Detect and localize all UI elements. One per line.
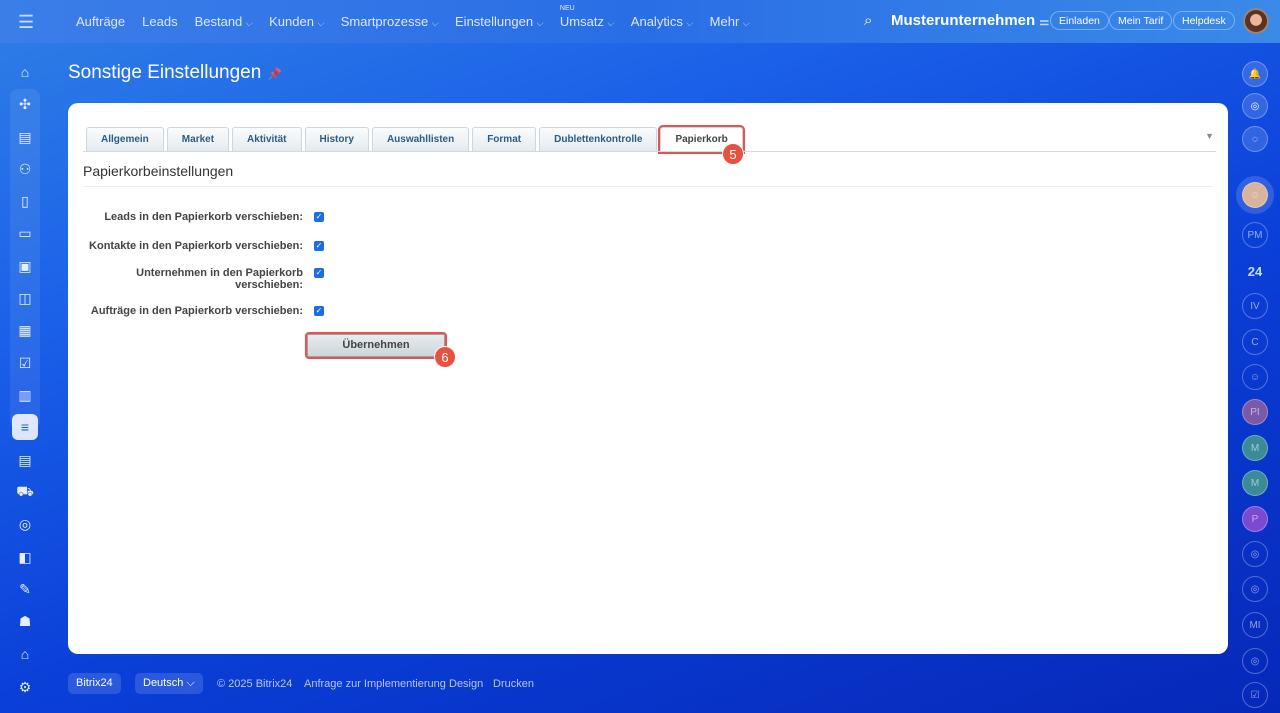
tab-history[interactable]: History: [304, 127, 369, 152]
task-icon[interactable]: ☑: [1242, 682, 1268, 708]
nav-leads[interactable]: Leads: [142, 14, 177, 29]
nav-auftraege[interactable]: Aufträge: [76, 14, 125, 29]
top-bar: ☰ Aufträge Leads Bestand ⌵ Kunden ⌵ Smartp…: [0, 0, 1280, 43]
footer-link-design[interactable]: Design: [449, 678, 483, 690]
tasks-icon[interactable]: ☑: [12, 350, 38, 376]
bitrix24-brand-button[interactable]: Bitrix24: [68, 673, 121, 694]
analytics-icon[interactable]: ▥: [12, 382, 38, 408]
search-icon[interactable]: ⌕: [864, 12, 872, 29]
chat-m-icon[interactable]: M: [1242, 470, 1268, 496]
nav-smartprozesse[interactable]: Smartprozesse ⌵: [341, 14, 438, 29]
tab-aktivitaet[interactable]: Aktivität: [232, 127, 302, 152]
page-title: Sonstige Einstellungen 📌: [68, 62, 283, 83]
step-badge-6: 6: [434, 346, 456, 368]
chat-c-icon[interactable]: C: [1242, 329, 1268, 355]
bell-icon[interactable]: 🔔: [1242, 61, 1268, 87]
main-nav: Aufträge Leads Bestand ⌵ Kunden ⌵ Smartpro…: [76, 5, 749, 29]
avatar-icon[interactable]: ☺: [1242, 364, 1268, 390]
chat-icon[interactable]: ◌: [1242, 126, 1268, 152]
warehouse-icon[interactable]: ⌂: [12, 641, 38, 667]
target-icon[interactable]: ◎: [12, 511, 38, 537]
divider: [83, 186, 1213, 187]
robot-icon[interactable]: ☗: [12, 608, 38, 634]
pin-icon[interactable]: 📌: [267, 67, 282, 81]
home-icon[interactable]: ⌂: [12, 59, 38, 85]
option-label-unternehmen: Unternehmen in den Papierkorb verschiebe…: [136, 267, 303, 291]
copilot-icon[interactable]: ◎: [1242, 576, 1268, 602]
nav-bestand[interactable]: Bestand ⌵: [195, 14, 253, 29]
checkbox-unternehmen[interactable]: ✓: [314, 268, 324, 278]
footer-link-implementation[interactable]: Anfrage zur Implementierung: [304, 678, 446, 690]
copilot-icon[interactable]: ◎: [1242, 541, 1268, 567]
nav-mehr[interactable]: Mehr ⌵: [710, 14, 749, 29]
tab-bar: Allgemein Market Aktivität History Auswa…: [86, 125, 745, 154]
tab-allgemein[interactable]: Allgemein: [86, 127, 164, 152]
footer-link-print[interactable]: Drucken: [493, 678, 534, 690]
shop-icon[interactable]: ⛟: [12, 479, 38, 505]
checkbox-auftraege[interactable]: ✓: [314, 306, 324, 316]
chevron-down-icon: ⌵: [606, 18, 614, 28]
section-title: Papierkorbeinstellungen: [83, 163, 234, 179]
settings-icon[interactable]: ⚙: [12, 674, 38, 700]
checkbox-kontakte[interactable]: ✓: [314, 241, 324, 251]
checkbox-leads[interactable]: ✓: [314, 212, 324, 222]
chat-pi-icon[interactable]: PI: [1242, 399, 1268, 425]
chevron-down-icon: ⌵: [742, 18, 750, 28]
left-sidebar: ⌂ ✣ ▤ ⚇ ▯ ▭ ▣ ◫ ▦ ☑ ▥ ≡ ▤ ⛟ ◎ ◧ ✎ ☗ ⌂ ⚙: [0, 43, 50, 713]
copyright: © 2025 Bitrix24: [217, 678, 293, 690]
inventory-icon[interactable]: ▭: [12, 220, 38, 246]
settings-sliders-icon[interactable]: ⚌: [1039, 16, 1049, 28]
tab-auswahllisten[interactable]: Auswahllisten: [371, 127, 470, 152]
divider: [83, 151, 1216, 152]
tab-dublettenkontrolle[interactable]: Dublettenkontrolle: [539, 127, 658, 152]
invite-button[interactable]: Einladen: [1050, 11, 1109, 30]
chat-pm-icon[interactable]: PM: [1242, 222, 1268, 248]
chevron-down-icon: ⌵: [186, 677, 195, 689]
calendar-icon[interactable]: ▦: [12, 317, 38, 343]
avatar-icon[interactable]: ☺: [1236, 176, 1274, 214]
language-select[interactable]: Deutsch ⌵: [135, 673, 203, 694]
automation-icon[interactable]: ✣: [12, 91, 38, 117]
sites-icon[interactable]: ◧: [12, 544, 38, 570]
chevron-down-icon: ⌵: [431, 18, 439, 28]
tabs-more-dropdown-icon[interactable]: ▼: [1205, 131, 1214, 141]
step-badge-5: 5: [722, 143, 744, 165]
chat-p-icon[interactable]: P: [1242, 506, 1268, 532]
option-label-auftraege: Aufträge in den Papierkorb verschieben:: [90, 305, 303, 317]
chat-icon[interactable]: ◫: [12, 285, 38, 311]
presentation-icon[interactable]: ▣: [12, 253, 38, 279]
contact-center-icon[interactable]: ▤: [12, 447, 38, 473]
document-icon[interactable]: ▤: [12, 124, 38, 150]
menu-icon[interactable]: ☰: [18, 12, 34, 33]
company-name[interactable]: Musterunternehmen ⚌: [891, 12, 1049, 29]
nav-analytics[interactable]: Analytics ⌵: [631, 14, 693, 29]
chat-24-icon[interactable]: 24: [1242, 258, 1268, 284]
chat-iv-icon[interactable]: IV: [1242, 293, 1268, 319]
option-label-kontakte: Kontakte in den Papierkorb verschieben:: [89, 240, 303, 252]
chevron-down-icon: ⌵: [536, 18, 543, 28]
chevron-down-icon: ⌵: [245, 18, 253, 28]
nav-umsatz[interactable]: NEU Umsatz ⌵: [560, 5, 614, 29]
nav-kunden[interactable]: Kunden ⌵: [269, 14, 324, 29]
chevron-down-icon: ⌵: [316, 18, 324, 28]
file-icon[interactable]: ▯: [12, 188, 38, 214]
chevron-down-icon: ⌵: [685, 18, 693, 28]
apply-button[interactable]: Übernehmen: [305, 332, 447, 359]
contacts-icon[interactable]: ⚇: [12, 156, 38, 182]
nav-einstellungen[interactable]: Einstellungen ⌵: [455, 14, 543, 29]
crm-funnel-icon[interactable]: ≡: [12, 414, 38, 440]
option-label-leads: Leads in den Papierkorb verschieben:: [104, 211, 303, 223]
new-badge: NEU: [559, 5, 575, 12]
tab-market[interactable]: Market: [166, 127, 230, 152]
plan-button[interactable]: Mein Tarif: [1109, 11, 1173, 30]
sign-icon[interactable]: ✎: [12, 576, 38, 602]
helpdesk-button[interactable]: Helpdesk: [1173, 11, 1235, 30]
chat-mi-icon[interactable]: MI: [1242, 612, 1268, 638]
copilot-icon[interactable]: ◎: [1242, 93, 1268, 119]
settings-card: Allgemein Market Aktivität History Auswa…: [68, 103, 1228, 654]
tab-format[interactable]: Format: [472, 127, 537, 152]
chat-m-icon[interactable]: M: [1242, 435, 1268, 461]
copilot-icon[interactable]: ◎: [1242, 648, 1268, 674]
user-avatar[interactable]: [1243, 8, 1269, 34]
